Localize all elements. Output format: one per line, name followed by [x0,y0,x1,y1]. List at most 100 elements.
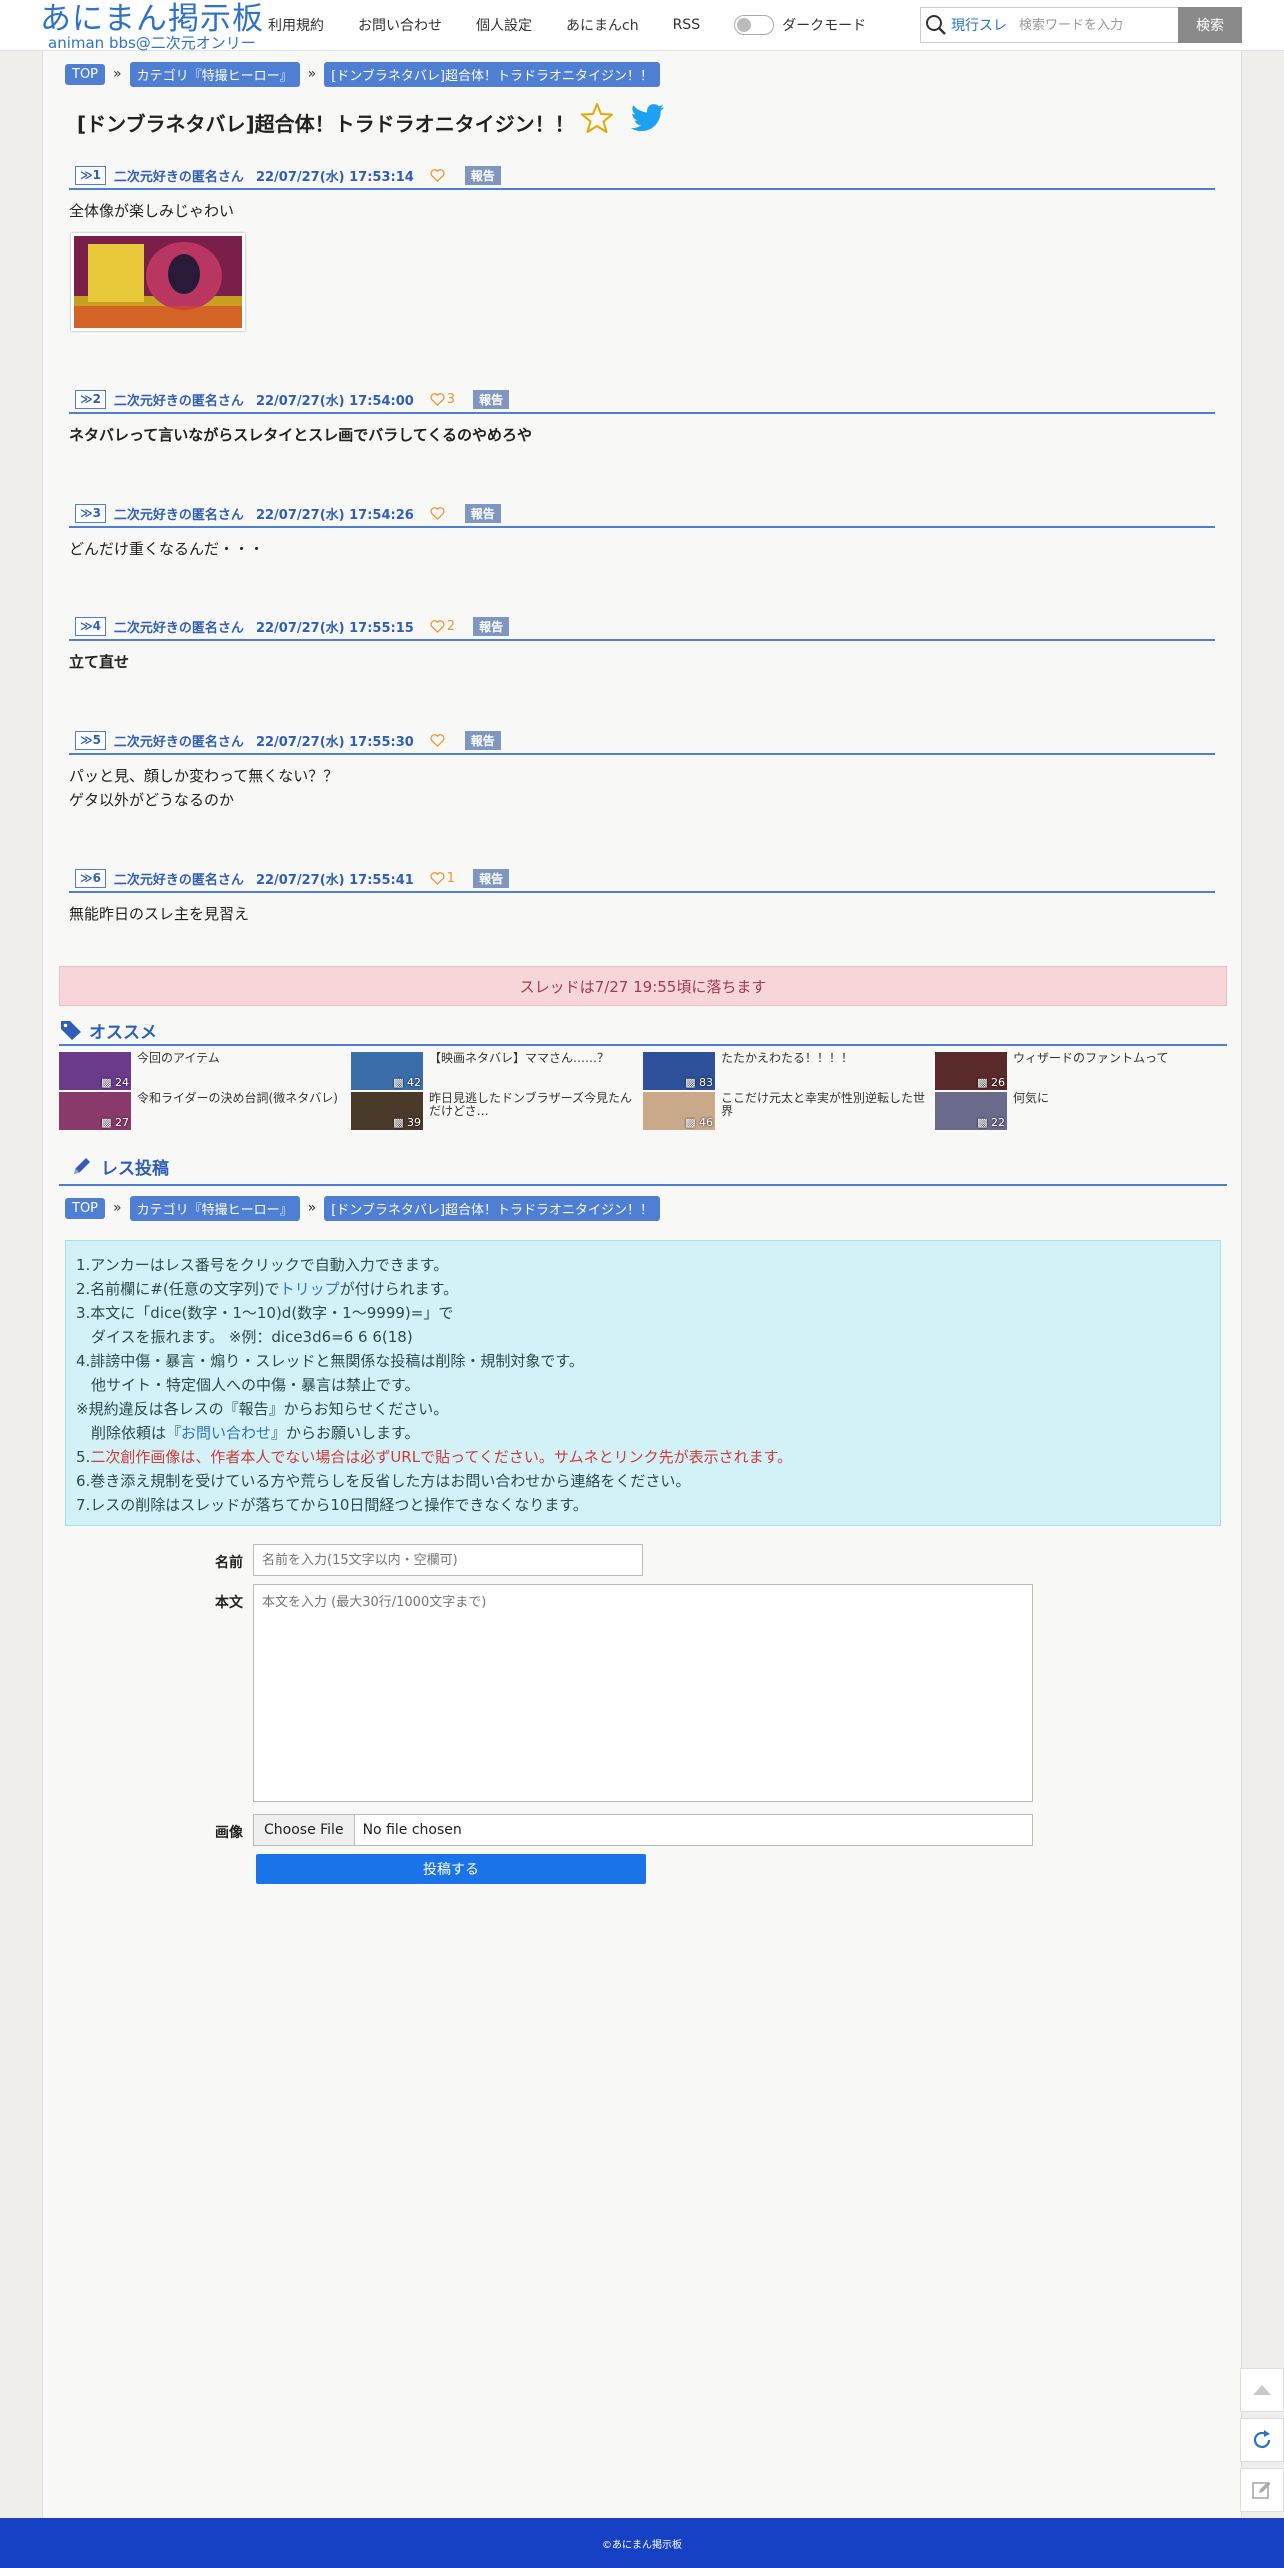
breadcrumb-separator: » [307,1200,317,1216]
rule-text: 他サイト・特定個人への中傷・暴言は禁止です。 [76,1376,420,1394]
nav-terms-link[interactable]: 利用規約 [268,15,324,35]
post-date: 22/07/27(水) 17:55:41 [255,872,414,888]
choose-file-button[interactable]: Choose File [254,1815,355,1845]
file-status: No file chosen [362,1822,462,1838]
post-number-anchor[interactable]: ≫4 [75,616,106,636]
reload-button[interactable] [1240,2418,1284,2462]
breadcrumb-top-link[interactable]: TOP [65,1197,106,1219]
recommend-item[interactable]: ▩ 83 たたかえわたる！！！！ [643,1052,933,1090]
like-button[interactable]: 3 [430,392,455,407]
rule-text: 6.巻き添え規制を受けている方や荒らしを反省した方はお問い合わせから連絡をくださ… [76,1472,691,1490]
recommend-item[interactable]: ▩ 22 何気に [935,1092,1225,1130]
post-5: ≫5 二次元好きの匿名さん 22/07/27(水) 17:55:30 報告 パッ… [69,727,1215,812]
rule-line: 5.二次創作画像は、作者本人でない場合は必ずURLで貼ってください。サムネとリン… [76,1445,1210,1469]
header-nav: 利用規約 お問い合わせ 個人設定 あにまんch RSS ダークモード [268,0,866,50]
nav-settings-link[interactable]: 個人設定 [476,15,532,35]
report-button[interactable]: 報告 [464,165,501,185]
recommend-thumbnail: ▩ 24 [59,1052,131,1090]
breadcrumb-category-link[interactable]: カテゴリ『特撮ヒーロー』 [129,1195,300,1221]
report-button[interactable]: 報告 [464,730,501,750]
comment-icon: ▩ [685,1116,699,1129]
post-author: 二次元好きの匿名さん [113,734,244,750]
recommend-item[interactable]: ▩ 46 ここだけ元太と幸実が性別逆転した世界 [643,1092,933,1130]
report-button[interactable]: 報告 [473,868,510,888]
recommend-thumbnail: ▩ 42 [351,1052,423,1090]
search-button[interactable]: 検索 [1178,7,1242,43]
post-body: 全体像が楽しみじゃわい [69,199,1215,331]
recommend-thumbnail: ▩ 46 [643,1092,715,1130]
post-number-anchor[interactable]: ≫2 [75,389,106,409]
recommend-title: 令和ライダーの決め台詞(微ネタバレ) [137,1091,338,1105]
recommend-item[interactable]: ▩ 26 ウィザードのファントムって [935,1052,1225,1090]
main-panel: TOP » カテゴリ『特撮ヒーロー』 » [ドンブラネタバレ]超合体！トラドラオ… [42,50,1242,2518]
post-header: ≫5 二次元好きの匿名さん 22/07/27(水) 17:55:30 報告 [69,727,1215,755]
report-button[interactable]: 報告 [473,616,510,636]
recommend-item[interactable]: ▩ 39 昨日見逃したドンブラザーズ今見たんだけどさ… [351,1092,641,1130]
heart-icon [430,619,445,633]
recommend-item[interactable]: ▩ 27 令和ライダーの決め台詞(微ネタバレ) [59,1092,349,1130]
rule-text: ※規約違反は各レスの『報告』からお知らせください。 [76,1400,449,1418]
logo-main-text: あにまん掲示板 [40,1,264,37]
comment-icon: ▩ [101,1076,115,1089]
like-button[interactable]: 1 [430,871,455,886]
breadcrumb-separator: » [113,1200,122,1216]
twitter-share-icon[interactable] [630,104,665,136]
image-file-input[interactable]: Choose File No file chosen [253,1814,1033,1846]
nav-contact-link[interactable]: お問い合わせ [358,15,442,35]
comment-count: ▩ 83 [685,1076,713,1089]
post-header: ≫6 二次元好きの匿名さん 22/07/27(水) 17:55:41 1 報告 [69,865,1215,893]
breadcrumb-bottom: TOP » カテゴリ『特撮ヒーロー』 » [ドンブラネタバレ]超合体！トラドラオ… [65,1195,660,1221]
title-actions [581,102,665,138]
rule-link[interactable]: トリップ [280,1280,340,1298]
arrow-up-icon [1253,2385,1271,2395]
breadcrumb-category-link[interactable]: カテゴリ『特撮ヒーロー』 [129,61,300,87]
post-text-line: 立て直せ [69,653,130,671]
site-logo[interactable]: あにまん掲示板 animan bbs@二次元オンリー [40,1,264,51]
post-author: 二次元好きの匿名さん [113,507,244,523]
tag-icon [59,1019,83,1041]
breadcrumb-top-link[interactable]: TOP [65,63,106,85]
like-button[interactable] [430,168,447,182]
post-image-thumbnail[interactable] [71,233,245,331]
heart-icon [430,733,445,747]
submit-post-button[interactable]: 投稿する [256,1854,646,1884]
report-button[interactable]: 報告 [473,389,510,409]
search-scope-select[interactable]: 現行スレ [951,15,1007,35]
like-button[interactable]: 2 [430,619,455,634]
like-button[interactable] [430,733,447,747]
dark-mode-toggle[interactable]: ダークモード [734,15,866,35]
rule-link[interactable]: お問い合わせ [181,1424,271,1442]
body-textarea[interactable] [253,1584,1033,1802]
scroll-top-button[interactable] [1240,2368,1284,2412]
breadcrumb: TOP » カテゴリ『特撮ヒーロー』 » [ドンブラネタバレ]超合体！トラドラオ… [65,61,660,87]
breadcrumb-thread-link[interactable]: [ドンブラネタバレ]超合体！トラドラオニタイジン！！ [324,61,660,87]
copyright-text: ©あにまん掲示板 [602,2539,682,2551]
recommend-item[interactable]: ▩ 24 今回のアイテム [59,1052,349,1090]
post-date: 22/07/27(水) 17:55:15 [255,620,414,636]
name-input[interactable] [253,1544,643,1576]
site-footer: ©あにまん掲示板 [0,2518,1284,2568]
post-number-anchor[interactable]: ≫6 [75,868,106,888]
rule-warning-text: 二次創作画像は、作者本人でない場合は必ずURLで貼ってください。サムネとリンク先… [90,1448,793,1466]
rule-line: 1.アンカーはレス番号をクリックで自動入力できます。 [76,1253,1210,1277]
nav-rss-link[interactable]: RSS [673,17,701,33]
report-button[interactable]: 報告 [464,503,501,523]
favorite-star-icon[interactable] [581,102,613,138]
like-button[interactable] [430,506,447,520]
recommend-item[interactable]: ▩ 42 【映画ネタバレ】ママさん……？ [351,1052,641,1090]
nav-animanch-link[interactable]: あにまんch [566,15,639,35]
rule-text: 削除依頼は『 [76,1424,182,1442]
post-author: 二次元好きの匿名さん [113,169,244,185]
post-number-anchor[interactable]: ≫3 [75,503,106,523]
thread-title: [ドンブラネタバレ]超合体！トラドラオニタイジン！！ [77,112,575,136]
post-text-line: パッと見、顔しか変わって無くない？？ [69,767,339,785]
breadcrumb-thread-link[interactable]: [ドンブラネタバレ]超合体！トラドラオニタイジン！！ [324,1195,660,1221]
post-number-anchor[interactable]: ≫5 [75,730,106,750]
recommend-title: ここだけ元太と幸実が性別逆転した世界 [721,1091,926,1118]
comment-count-value: 46 [699,1116,713,1129]
post-number-anchor[interactable]: ≫1 [75,165,106,185]
toggle-track [734,15,775,35]
image-label: 画像 [215,1825,243,1841]
write-button[interactable] [1240,2468,1284,2512]
search-input[interactable] [1017,16,1171,34]
